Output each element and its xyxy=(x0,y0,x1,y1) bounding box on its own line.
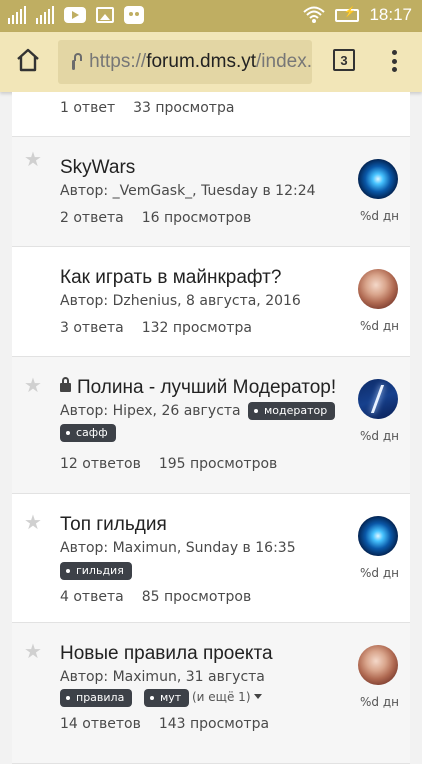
avatar[interactable] xyxy=(358,269,398,309)
topic-author: Автор: Maximun, Sunday в 16:35 xyxy=(60,540,296,556)
last-activity: %d дн xyxy=(360,209,399,223)
topic-row[interactable]: Как играть в майнкрафт? Автор: Dzhenius,… xyxy=(12,247,410,357)
tag[interactable]: сафф xyxy=(60,424,116,442)
locked-icon xyxy=(60,377,71,392)
topic-stats: 14 ответов 143 просмотра xyxy=(60,716,270,732)
topic-title[interactable]: Топ гильдия xyxy=(60,514,167,536)
gallery-icon xyxy=(96,7,114,23)
topic-row[interactable]: ★ Топ гильдия Автор: Maximun, Sunday в 1… xyxy=(12,494,410,623)
topic-author: Автор: Dzhenius, 8 августа, 2016 xyxy=(60,293,301,309)
topic-stats: 1 ответ 33 просмотра xyxy=(60,100,235,116)
topic-stats: 4 ответа 85 просмотров xyxy=(60,589,252,605)
status-bar: 18:17 xyxy=(0,0,422,32)
topic-author: Автор: _VemGask_, Tuesday в 12:24 xyxy=(60,183,316,199)
lock-icon xyxy=(72,53,83,70)
address-bar[interactable]: https://forum.dms.yt/index. xyxy=(58,40,312,84)
star-icon[interactable]: ★ xyxy=(24,512,42,532)
topic-stats: 12 ответов 195 просмотров xyxy=(60,456,278,472)
topic-author: Автор: Maximun, 31 августа xyxy=(60,669,265,685)
topic-row[interactable]: ★ Полина - лучший Модератор! Автор: Hipe… xyxy=(12,357,410,494)
browser-toolbar: https://forum.dms.yt/index. 3 xyxy=(0,32,422,92)
topic-title[interactable]: Как играть в майнкрафт? xyxy=(60,267,281,289)
star-icon[interactable]: ★ xyxy=(24,149,42,169)
avatar[interactable] xyxy=(358,159,398,199)
topic-title[interactable]: SkyWars xyxy=(60,157,135,179)
home-icon[interactable] xyxy=(14,46,42,74)
last-activity: %d дн xyxy=(360,695,399,709)
topic-row[interactable]: ★ SkyWars Автор: _VemGask_, Tuesday в 12… xyxy=(12,137,410,247)
tag[interactable]: мут xyxy=(144,689,190,707)
wifi-icon xyxy=(303,6,326,23)
last-activity: %d дн xyxy=(360,429,399,443)
star-icon[interactable]: ★ xyxy=(24,641,42,661)
topic-author: Автор: Hipex, 26 августа xyxy=(60,403,241,419)
avatar[interactable] xyxy=(358,645,398,685)
topic-list: 1 ответ 33 просмотра ★ SkyWars Автор: _Ve… xyxy=(12,92,410,764)
more-menu-icon[interactable] xyxy=(390,50,398,72)
youtube-icon xyxy=(64,7,86,23)
topic-title[interactable]: Новые правила проекта xyxy=(60,643,273,665)
last-activity: %d дн xyxy=(360,566,399,580)
tag[interactable]: модератор xyxy=(248,402,336,420)
tag[interactable]: правила xyxy=(60,689,133,707)
battery-charging-icon xyxy=(335,7,360,22)
topic-row[interactable]: 1 ответ 33 просмотра xyxy=(12,92,410,137)
topic-row[interactable]: ★ Новые правила проекта Автор: Maximun, … xyxy=(12,623,410,764)
more-tags-toggle[interactable]: (и ещё 1) xyxy=(192,690,262,704)
tab-switcher-button[interactable]: 3 xyxy=(333,49,355,71)
avatar[interactable] xyxy=(358,516,398,556)
star-icon[interactable]: ★ xyxy=(24,375,42,395)
url-text: https://forum.dms.yt/index. xyxy=(89,51,312,72)
tag[interactable]: гильдия xyxy=(60,562,132,580)
clock: 18:17 xyxy=(369,5,412,24)
last-activity: %d дн xyxy=(360,319,399,333)
topic-stats: 2 ответа 16 просмотров xyxy=(60,210,252,226)
caret-down-icon xyxy=(253,694,262,699)
signal-icon xyxy=(36,6,54,24)
topic-title[interactable]: Полина - лучший Модератор! xyxy=(60,377,336,399)
avatar[interactable] xyxy=(358,379,398,419)
topic-stats: 3 ответа 132 просмотра xyxy=(60,320,252,336)
robot-icon xyxy=(124,6,144,24)
signal-icon xyxy=(8,6,26,24)
